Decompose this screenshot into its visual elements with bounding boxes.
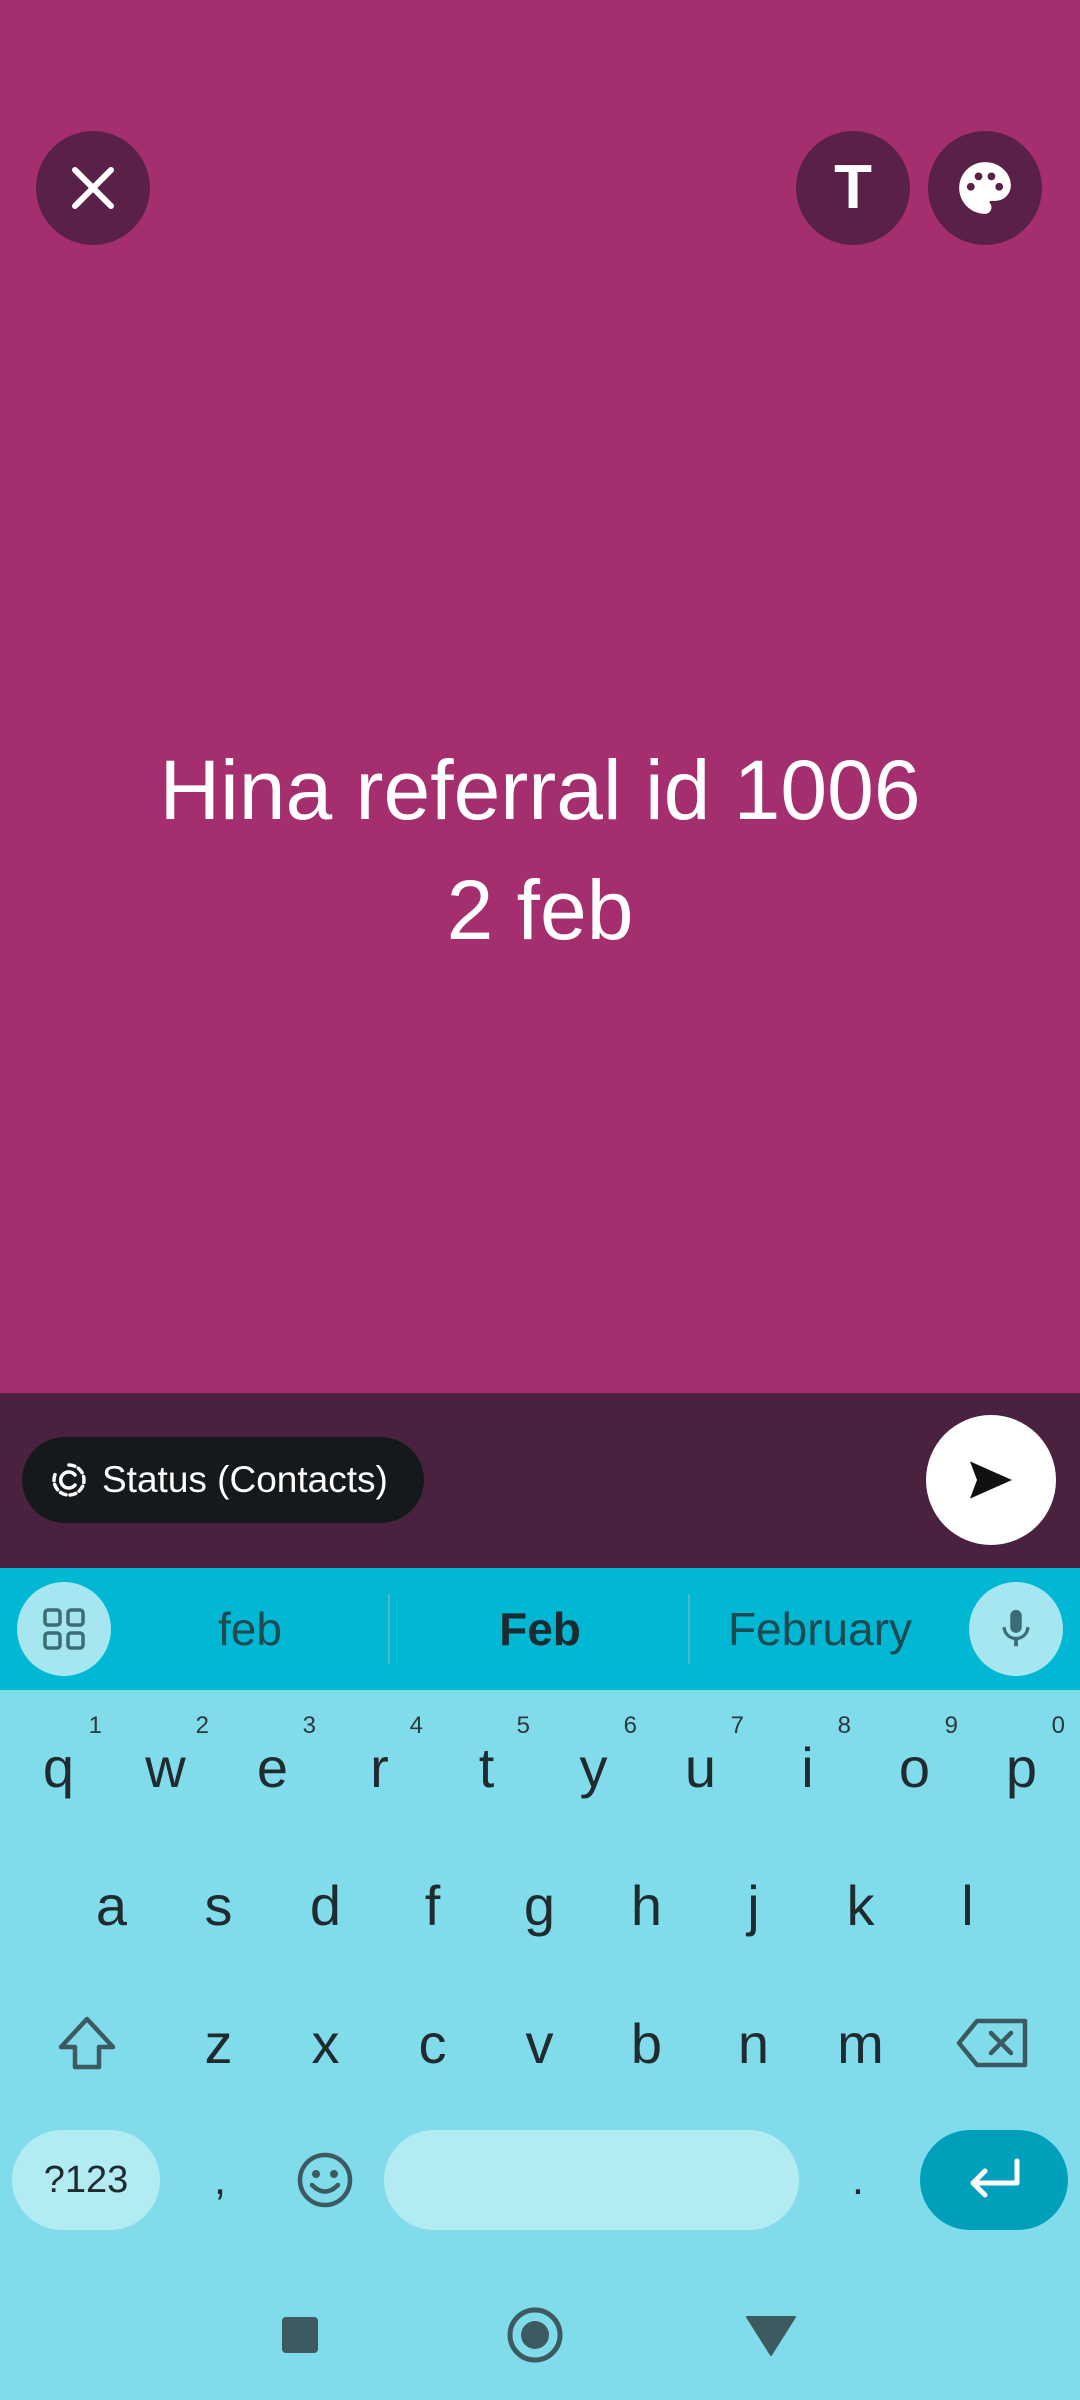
status-privacy-chip[interactable]: Status (Contacts) (22, 1437, 424, 1523)
home-circle-icon (507, 2307, 563, 2363)
home-button[interactable] (475, 2270, 595, 2400)
key-hint: 3 (302, 1712, 316, 1739)
enter-key[interactable] (920, 2130, 1068, 2230)
key-label: i (801, 1735, 814, 1799)
palette-icon (959, 162, 1011, 214)
period-key[interactable]: . (808, 2130, 908, 2230)
key-t[interactable]: t5 (433, 1700, 540, 1834)
key-w[interactable]: w2 (112, 1700, 219, 1834)
microphone-icon (1002, 1609, 1030, 1647)
key-n[interactable]: n (700, 1976, 807, 2110)
status-composer-screen: T Hina referral id 1006 2 feb Status (Co… (0, 0, 1080, 2400)
symbols-key[interactable]: ?123 (12, 2130, 160, 2230)
status-composer[interactable]: T Hina referral id 1006 2 feb (0, 0, 1080, 1393)
comma-key[interactable]: , (170, 2130, 270, 2230)
key-hint: 4 (409, 1712, 423, 1739)
key-o[interactable]: o9 (861, 1700, 968, 1834)
close-icon (72, 167, 114, 209)
key-i[interactable]: i8 (754, 1700, 861, 1834)
key-label: u (684, 1735, 717, 1799)
key-x[interactable]: x (272, 1976, 379, 2110)
key-r[interactable]: r4 (326, 1700, 433, 1834)
key-b[interactable]: b (593, 1976, 700, 2110)
status-text-line-2: 2 feb (446, 863, 634, 957)
text-style-label: T (834, 153, 872, 222)
composer-bottom-bar: Status (Contacts) (0, 1393, 1080, 1568)
key-label: r (370, 1735, 389, 1799)
key-e[interactable]: e3 (219, 1700, 326, 1834)
key-label: t (478, 1735, 495, 1799)
emoji-key[interactable] (275, 2130, 375, 2230)
back-button[interactable] (711, 2270, 831, 2400)
key-d[interactable]: d (272, 1838, 379, 1972)
key-y[interactable]: y6 (540, 1700, 647, 1834)
key-hint: 9 (944, 1712, 958, 1739)
key-j[interactable]: j (700, 1838, 807, 1972)
apps-grid-icon (43, 1608, 85, 1650)
key-label: w (145, 1735, 186, 1799)
backspace-icon (956, 2018, 1028, 2068)
key-c[interactable]: c (379, 1976, 486, 2110)
suggestion-3[interactable]: February (690, 1568, 950, 1690)
recents-button[interactable] (240, 2270, 360, 2400)
suggestion-1[interactable]: feb (110, 1568, 390, 1690)
voice-input-button[interactable] (969, 1582, 1063, 1676)
key-g[interactable]: g (486, 1838, 593, 1972)
recents-square-icon (282, 2317, 318, 2353)
key-v[interactable]: v (486, 1976, 593, 2110)
key-hint: 1 (88, 1712, 102, 1739)
space-key[interactable] (384, 2130, 799, 2230)
text-style-button[interactable]: T (796, 131, 910, 245)
key-l[interactable]: l (914, 1838, 1021, 1972)
key-m[interactable]: m (807, 1976, 914, 2110)
key-q[interactable]: q1 (5, 1700, 112, 1834)
key-k[interactable]: k (807, 1838, 914, 1972)
color-palette-button[interactable] (928, 131, 1042, 245)
key-u[interactable]: u7 (647, 1700, 754, 1834)
key-hint: 6 (623, 1712, 637, 1739)
send-button[interactable] (926, 1415, 1056, 1545)
key-h[interactable]: h (593, 1838, 700, 1972)
key-f[interactable]: f (379, 1838, 486, 1972)
key-z[interactable]: z (165, 1976, 272, 2110)
key-hint: 0 (1051, 1712, 1065, 1739)
close-button[interactable] (36, 131, 150, 245)
key-hint: 2 (195, 1712, 209, 1739)
status-text[interactable]: Hina referral id 1006 2 feb (0, 730, 1080, 970)
key-p[interactable]: p0 (968, 1700, 1075, 1834)
suggestion-2[interactable]: Feb (390, 1568, 690, 1690)
key-hint: 7 (730, 1712, 744, 1739)
status-circle-icon (50, 1461, 88, 1499)
backspace-key[interactable] (928, 1976, 1058, 2110)
back-triangle-icon (746, 2316, 796, 2356)
key-label: y (579, 1735, 608, 1799)
key-s[interactable]: s (165, 1838, 272, 1972)
shift-icon (58, 2016, 116, 2070)
shift-key[interactable] (22, 1976, 152, 2110)
key-label: q (42, 1735, 75, 1799)
send-icon (970, 1461, 1012, 1499)
keyboard-apps-button[interactable] (17, 1582, 111, 1676)
key-hint: 8 (837, 1712, 851, 1739)
key-a[interactable]: a (58, 1838, 165, 1972)
system-nav-bar (0, 2270, 1080, 2400)
key-label: p (1005, 1735, 1038, 1799)
suggestion-strip: feb Feb February (0, 1568, 1080, 1690)
status-privacy-label: Status (Contacts) (102, 1459, 388, 1500)
emoji-icon (297, 2152, 353, 2208)
key-label: e (256, 1735, 289, 1799)
status-text-line-1: Hina referral id 1006 (159, 743, 921, 837)
key-hint: 5 (516, 1712, 530, 1739)
enter-icon (970, 2158, 1020, 2198)
key-label: o (898, 1735, 931, 1799)
